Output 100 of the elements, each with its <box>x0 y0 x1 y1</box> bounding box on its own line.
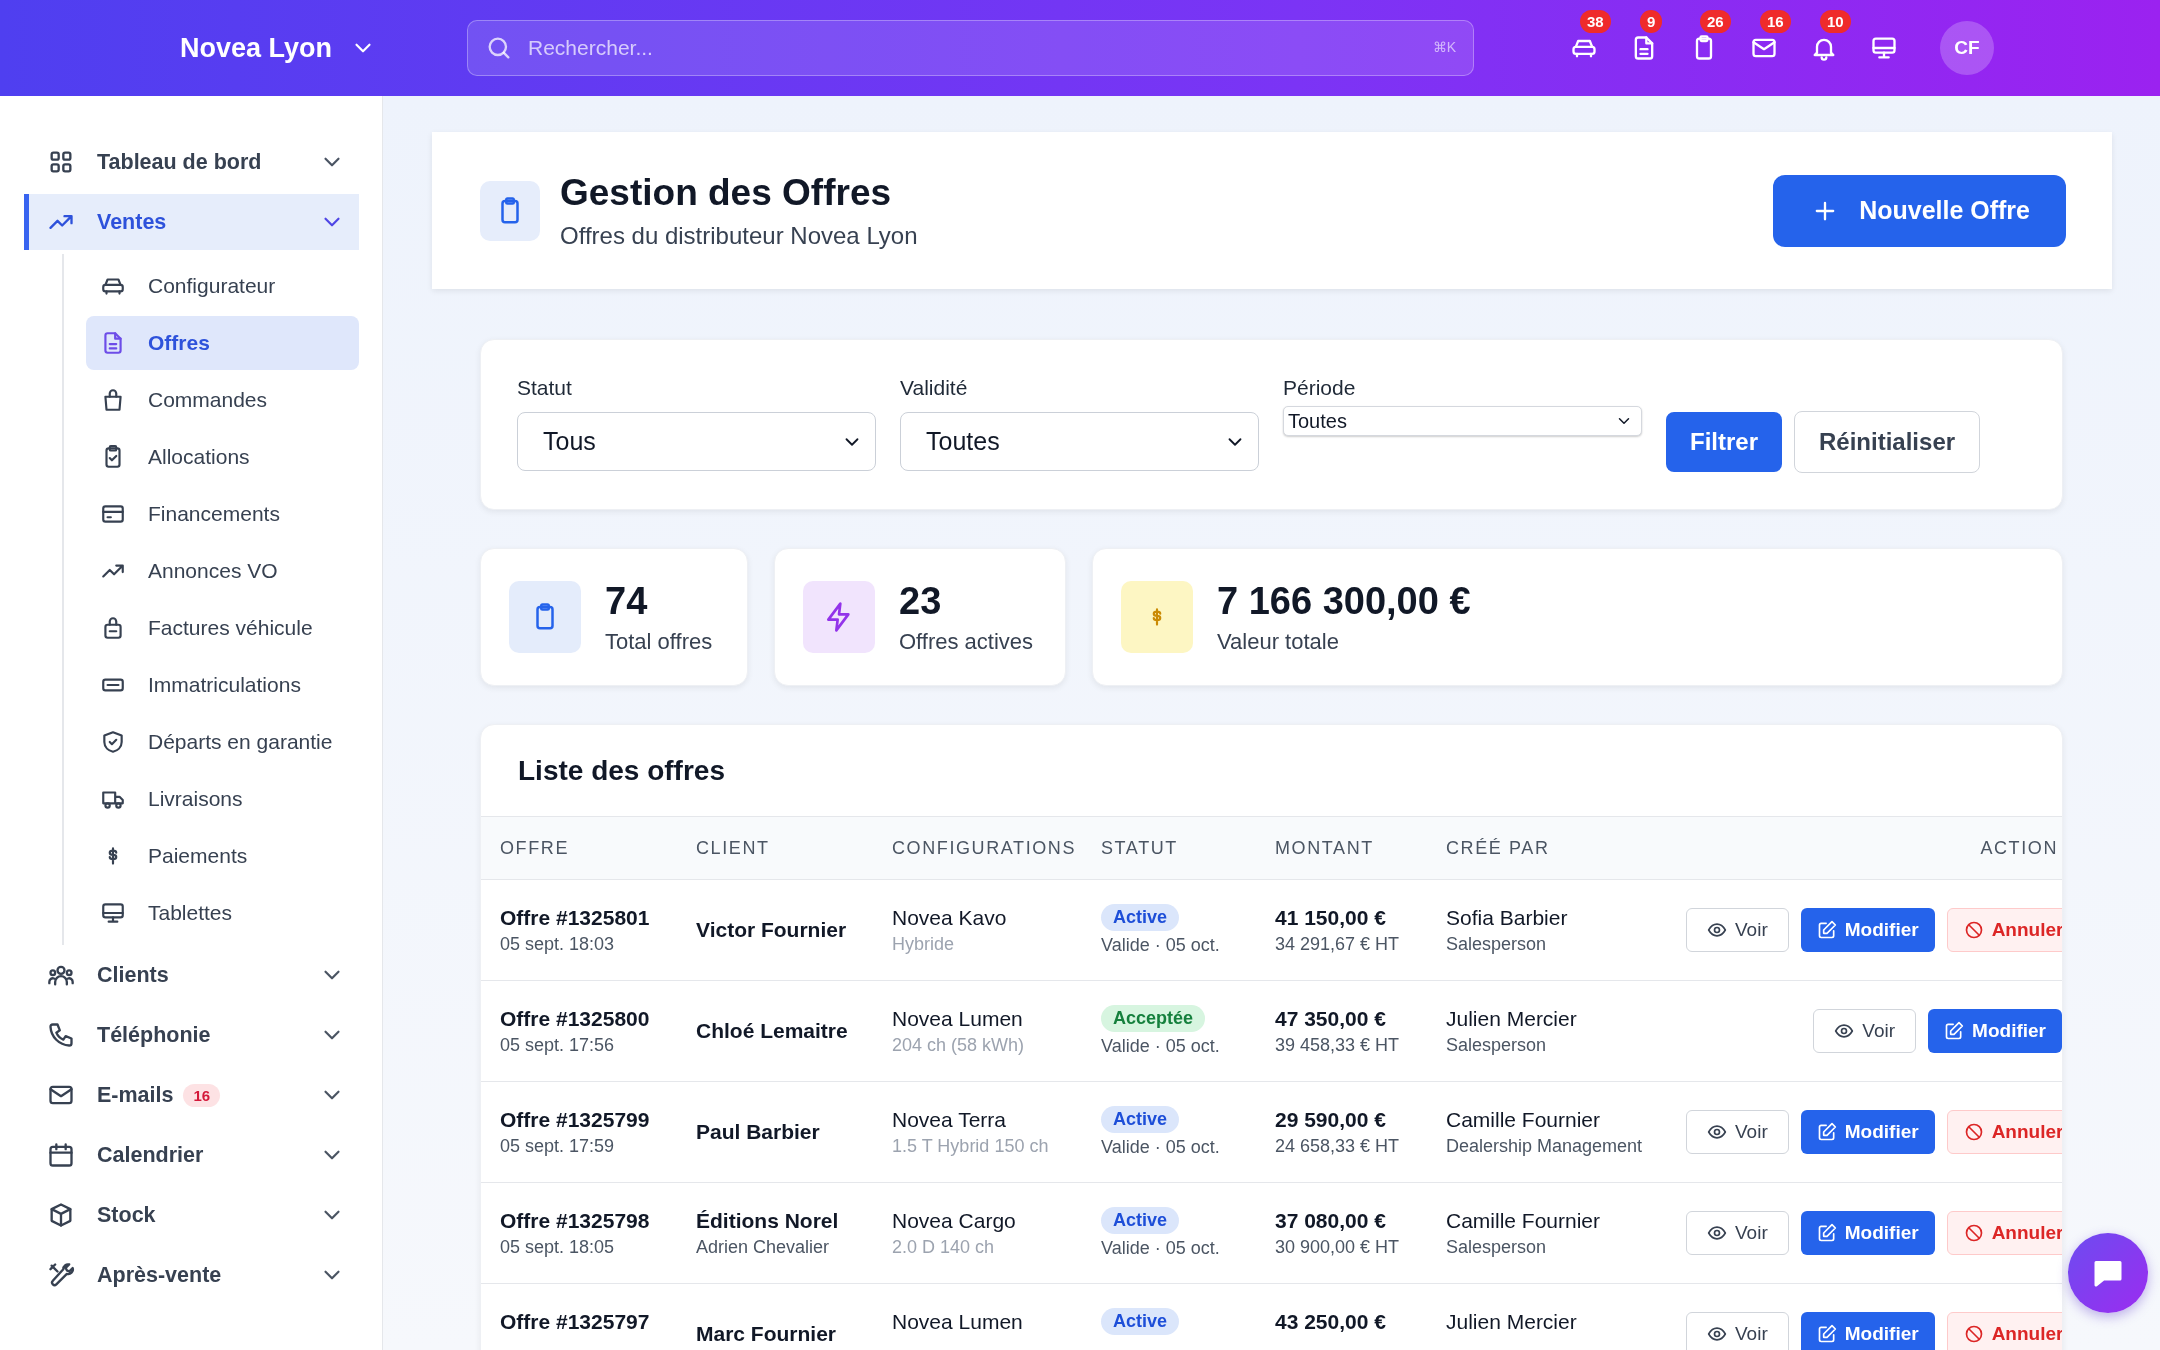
eye-icon <box>1707 1223 1727 1243</box>
vehicle-model: Novea Lumen <box>892 1006 1024 1031</box>
status-badge: Active <box>1101 1207 1180 1234</box>
shield-icon <box>100 729 126 755</box>
amount-excl-tax: 24 658,33 € HT <box>1275 1135 1401 1157</box>
creator-role: Salesperson <box>1446 1034 1548 1056</box>
edit-icon <box>1816 1122 1837 1142</box>
column-header: CLIENT <box>696 837 771 859</box>
sidebar-item[interactable]: Après-vente <box>24 1247 359 1303</box>
column-header: OFFRE <box>500 837 570 859</box>
sidebar-subitem[interactable]: Offres <box>86 316 359 370</box>
view-button[interactable]: Voir <box>1686 1110 1789 1154</box>
sidebar-item[interactable]: Ventes <box>24 194 359 250</box>
creator-name: Camille Fournier <box>1446 1208 1602 1233</box>
sidebar-item[interactable]: E-mails 16 <box>24 1067 359 1123</box>
vehicle-model: Novea Terra <box>892 1107 1007 1132</box>
edit-icon <box>1816 1223 1837 1243</box>
status-badge: Active <box>1101 904 1180 931</box>
sidebar-item[interactable]: Téléphonie <box>24 1007 359 1063</box>
amount-excl-tax: 34 291,67 € HT <box>1275 933 1401 955</box>
edit-button[interactable]: Modifier <box>1800 908 1935 952</box>
view-button[interactable]: Voir <box>1686 1312 1789 1350</box>
filter-dropdown[interactable]: Tous <box>517 412 876 471</box>
offer-date: 05 sept. 17:59 <box>500 1135 616 1157</box>
tools-icon <box>47 1261 75 1289</box>
client-contact: Adrien Chevalier <box>696 1236 831 1258</box>
column-header: ACTION <box>1979 837 2059 859</box>
eye-icon <box>1707 1122 1727 1142</box>
vehicle-spec: 2.0 D 140 ch <box>892 1236 996 1258</box>
stat-value: 7 166 300,00 € <box>1217 579 1471 623</box>
sidebar-subitem[interactable]: Commandes <box>86 373 359 427</box>
column-header: CRÉÉ PAR <box>1446 837 1551 859</box>
offer-date: 05 sept. 18:03 <box>500 933 616 955</box>
sidebar-subitem[interactable]: Immatriculations <box>86 658 359 712</box>
notification-count: 38 <box>1580 10 1611 33</box>
vehicle-model: Novea Lumen <box>892 1309 1024 1334</box>
status-badge: Active <box>1101 1308 1180 1335</box>
view-button[interactable]: Voir <box>1686 908 1789 952</box>
reset-button[interactable]: Réinitialiser <box>1794 410 1981 473</box>
column-header: CONFIGURATIONS <box>892 837 1078 859</box>
sidebar-subitem[interactable]: Annonces VO <box>86 544 359 598</box>
eye-icon <box>1707 920 1727 940</box>
filter-label: Statut <box>517 376 573 400</box>
vehicle-spec: 204 ch (58 kWh) <box>892 1034 1026 1056</box>
validity-text: Valide · 05 oct. <box>1101 1137 1221 1158</box>
filter-dropdown[interactable]: Toutes <box>900 412 1259 471</box>
ban-icon <box>1963 920 1984 940</box>
notification-count: 10 <box>1820 10 1851 33</box>
sidebar-subitem[interactable]: Financements <box>86 487 359 541</box>
client-name: Paul Barbier <box>696 1120 821 1144</box>
amount: 43 250,00 € <box>1275 1309 1387 1334</box>
vehicle-spec: 1.5 T Hybrid 150 ch <box>892 1135 1050 1157</box>
edit-icon <box>1944 1021 1965 1041</box>
edit-icon <box>1816 920 1837 940</box>
monitor-icon <box>100 900 126 926</box>
vehicle-model: Novea Kavo <box>892 905 1008 930</box>
client-name: Victor Fournier <box>696 918 848 942</box>
sidebar-item[interactable]: Tableau de bord <box>24 134 359 190</box>
creator-role: Salesperson <box>1446 933 1548 955</box>
offer-number: Offre #1325799 <box>500 1107 651 1132</box>
sidebar-item[interactable]: Clients <box>24 947 359 1003</box>
sidebar-subitem[interactable]: Livraisons <box>86 772 359 826</box>
user-avatar[interactable]: CF <box>1940 21 1994 75</box>
dealer-name: Novea Lyon <box>180 32 333 64</box>
sidebar-subitem[interactable]: Tablettes <box>86 886 359 940</box>
new-offer-button[interactable]: Nouvelle Offre <box>1773 174 2066 247</box>
stat-label: Valeur totale <box>1217 628 1340 655</box>
amount-excl-tax: 39 458,33 € HT <box>1275 1034 1401 1056</box>
status-badge: Active <box>1101 1106 1180 1133</box>
filter-label: Période <box>1283 376 1357 400</box>
view-button[interactable]: Voir <box>1813 1009 1917 1053</box>
offer-number: Offre #1325797 <box>500 1309 651 1334</box>
page-subtitle: Offres du distributeur Novea Lyon <box>560 221 919 250</box>
filter-label: Validité <box>900 376 969 400</box>
filter-button[interactable]: Filtrer <box>1666 411 1782 472</box>
sidebar-subitem[interactable]: Allocations <box>86 430 359 484</box>
sidebar-subitem[interactable]: Départs en garantie <box>86 715 359 769</box>
notification-count: 26 <box>1700 10 1731 33</box>
validity-text: Valide · 05 oct. <box>1101 1036 1221 1057</box>
edit-button[interactable]: Modifier <box>1800 1211 1935 1255</box>
eye-icon <box>1707 1324 1727 1344</box>
edit-button[interactable]: Modifier <box>1800 1312 1935 1350</box>
sidebar-subitem[interactable]: Factures véhicule <box>86 601 359 655</box>
calendar-icon <box>47 1141 75 1169</box>
creator-role: Dealership Management <box>1446 1135 1644 1157</box>
unread-count: 16 <box>183 1083 221 1107</box>
sidebar-subitem[interactable]: Paiements <box>86 829 359 883</box>
amount: 29 590,00 € <box>1275 1107 1387 1132</box>
ban-icon <box>1963 1324 1984 1344</box>
edit-button[interactable]: Modifier <box>1928 1009 2062 1053</box>
sidebar-item[interactable]: Stock <box>24 1187 359 1243</box>
view-button[interactable]: Voir <box>1686 1211 1789 1255</box>
phone-icon <box>47 1021 75 1049</box>
filter-dropdown[interactable]: Toutes <box>1283 406 1642 436</box>
edit-button[interactable]: Modifier <box>1800 1110 1935 1154</box>
sidebar-item[interactable]: Calendrier <box>24 1127 359 1183</box>
offer-date: 05 sept. 18:05 <box>500 1236 616 1258</box>
amount: 41 150,00 € <box>1275 905 1387 930</box>
sidebar-subitem[interactable]: Configurateur <box>86 259 359 313</box>
column-header: MONTANT <box>1275 837 1375 859</box>
